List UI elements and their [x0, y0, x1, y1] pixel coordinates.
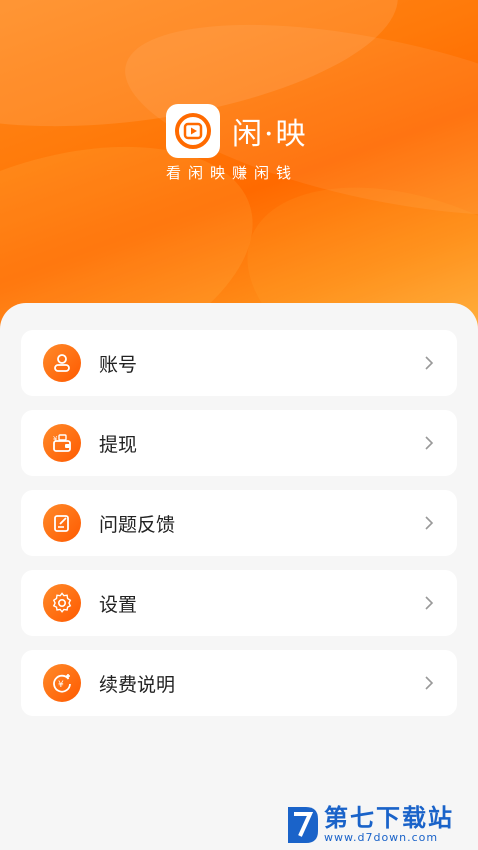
site-watermark: 第七下载站 www.d7down.com [286, 800, 476, 850]
menu-item-account[interactable]: 账号 [21, 330, 457, 396]
app-logo: 闲·映 [166, 104, 308, 158]
chevron-right-icon [425, 356, 434, 370]
menu-item-label: 续费说明 [99, 673, 176, 696]
svg-text:¥: ¥ [58, 680, 64, 690]
d7-logo-icon [288, 807, 318, 843]
menu-item-feedback[interactable]: 问题反馈 [21, 490, 457, 556]
app-slogan: 看闲映赚闲钱 [166, 164, 299, 182]
yen-coin-icon: ¥ [43, 664, 81, 702]
user-icon [43, 344, 81, 382]
menu-item-withdraw[interactable]: ¥ 提现 [21, 410, 457, 476]
menu-list: 账号 ¥ 提现 问题反馈 设置 ¥ 续费说明 [21, 330, 457, 730]
gear-icon [43, 584, 81, 622]
menu-item-label: 设置 [99, 593, 138, 616]
menu-item-settings[interactable]: 设置 [21, 570, 457, 636]
chevron-right-icon [425, 436, 434, 450]
watermark-url: www.d7down.com [324, 831, 439, 844]
menu-item-label: 账号 [99, 353, 138, 376]
watermark-name: 第七下载站 [324, 804, 454, 832]
menu-item-label: 提现 [99, 433, 138, 456]
wallet-icon: ¥ [43, 424, 81, 462]
chevron-right-icon [425, 596, 434, 610]
header-banner: 闲·映 看闲映赚闲钱 [0, 0, 478, 340]
chevron-right-icon [425, 516, 434, 530]
menu-item-renewal-info[interactable]: ¥ 续费说明 [21, 650, 457, 716]
chevron-right-icon [425, 676, 434, 690]
feedback-icon [43, 504, 81, 542]
app-name: 闲·映 [232, 117, 308, 152]
menu-item-label: 问题反馈 [99, 513, 176, 536]
play-logo-icon [166, 104, 220, 158]
